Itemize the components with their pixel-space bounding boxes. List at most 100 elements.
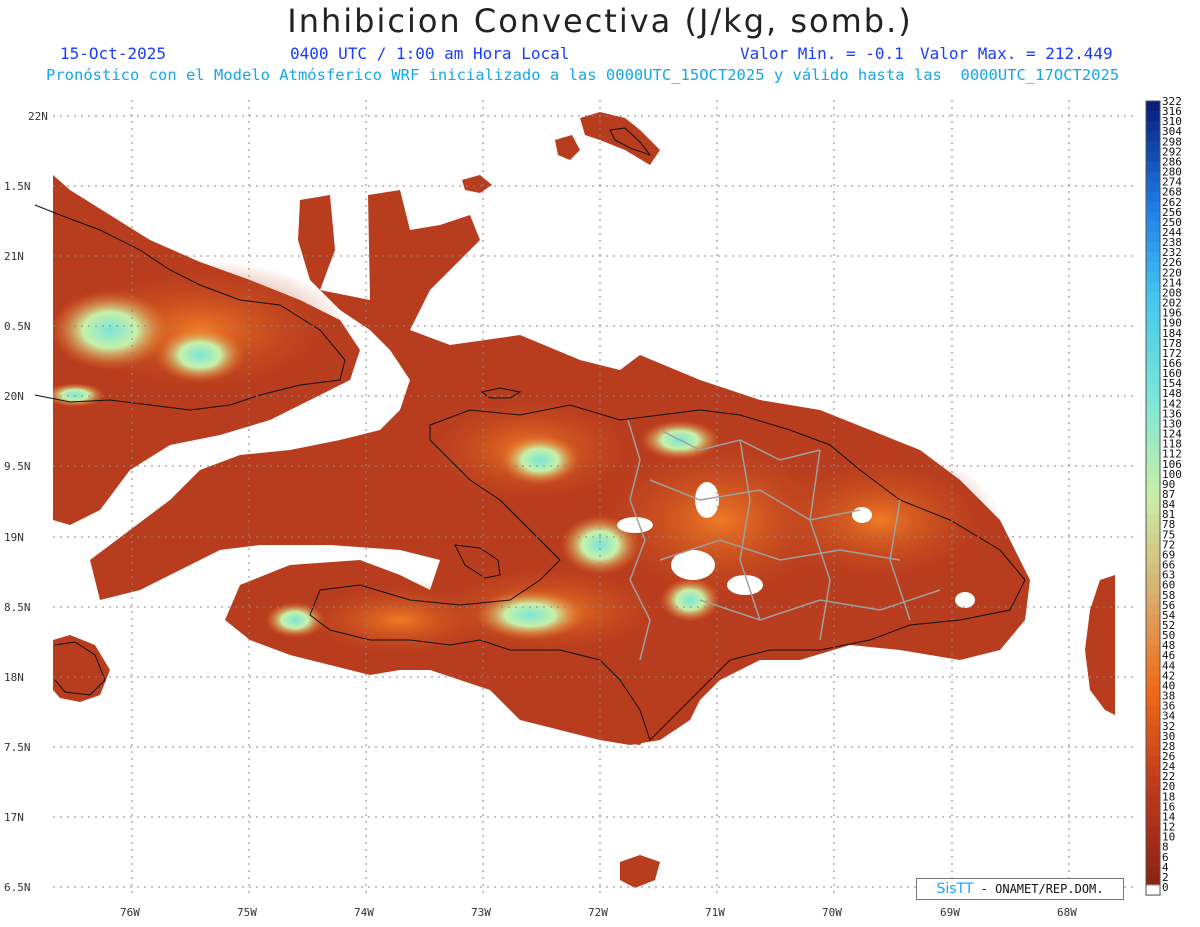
colorbar-swatch	[1146, 363, 1160, 374]
lon-label: 74W	[354, 906, 374, 919]
lat-label: 22N	[28, 110, 48, 123]
colorbar-swatch	[1146, 282, 1160, 293]
date-label: 15-Oct-2025	[60, 44, 166, 63]
colorbar-swatch	[1146, 695, 1160, 707]
colorbar-swatch	[1146, 252, 1160, 263]
lon-label: 69W	[940, 906, 960, 919]
lat-label: 9.5N	[4, 460, 31, 473]
sistt-logo: SisTT	[936, 881, 974, 897]
colorbar-swatch	[1146, 373, 1160, 384]
colorbar-swatch	[1146, 544, 1160, 555]
colorbar-swatch	[1146, 796, 1160, 807]
lat-axis: 22N 1.5N 21N 0.5N 20N 9.5N 19N 8.5N 18N …	[4, 110, 48, 894]
colorbar-swatch	[1146, 635, 1160, 646]
lat-label: 17N	[4, 811, 24, 824]
colorbar-swatch	[1146, 393, 1160, 404]
colorbar-swatch	[1146, 786, 1160, 797]
colorbar-swatch	[1146, 614, 1160, 626]
credit-text: - ONAMET/REP.DOM.	[980, 882, 1104, 896]
gap-3	[727, 575, 763, 595]
colorbar-swatch	[1146, 403, 1160, 414]
lon-label: 70W	[822, 906, 842, 919]
colorbar-swatch	[1146, 292, 1160, 303]
colorbar-swatch	[1146, 524, 1160, 535]
colorbar-swatch	[1146, 201, 1160, 213]
colorbar-swatch	[1146, 806, 1160, 817]
colorbar-swatch	[1146, 141, 1160, 152]
lat-label: 8.5N	[4, 601, 31, 614]
colorbar-swatch	[1146, 715, 1160, 727]
colorbar-swatch	[1146, 101, 1160, 112]
colorbar-swatch	[1146, 443, 1160, 455]
lon-label: 73W	[471, 906, 491, 919]
colorbar-label: 0	[1162, 881, 1169, 894]
colorbar-swatch	[1146, 262, 1160, 273]
credit-box: SisTT - ONAMET/REP.DOM.	[916, 878, 1124, 900]
lon-label: 75W	[237, 906, 257, 919]
colorbar-swatch	[1146, 131, 1160, 142]
hotspot-cuba-2	[155, 327, 245, 383]
colorbar-swatch	[1146, 665, 1160, 676]
colorbar-swatch	[1146, 564, 1160, 576]
colorbar-swatch	[1146, 272, 1160, 283]
colorbar-swatch	[1146, 494, 1160, 505]
colorbar-swatch	[1146, 776, 1160, 787]
hotspot-dr-2	[660, 578, 720, 622]
colorbar-swatch	[1146, 211, 1160, 223]
time-label: 0400 UTC / 1:00 am Hora Local	[290, 44, 570, 63]
colorbar-swatch	[1146, 826, 1160, 838]
colorbar-swatch	[1146, 756, 1160, 767]
colorbar-swatch	[1146, 433, 1160, 445]
lon-label: 71W	[705, 906, 725, 919]
colorbar-swatch	[1146, 745, 1160, 757]
colorbar-swatch	[1146, 604, 1160, 616]
colorbar-swatch	[1146, 181, 1160, 193]
lat-label: 19N	[4, 531, 24, 544]
colorbar-swatch	[1146, 483, 1160, 495]
lat-label: 1.5N	[4, 180, 31, 193]
colorbar-swatch	[1146, 423, 1160, 434]
colorbar-swatch	[1146, 625, 1160, 636]
lat-label: 6.5N	[4, 881, 31, 894]
colorbar-swatch	[1146, 856, 1160, 868]
gap-4	[617, 517, 653, 533]
colorbar-swatch	[1146, 534, 1160, 545]
colorbar-swatch	[1146, 735, 1160, 747]
colorbar-swatch	[1146, 161, 1160, 172]
lat-label: 0.5N	[4, 320, 31, 333]
gap-5	[852, 507, 872, 523]
colorbar-swatch	[1146, 554, 1160, 565]
colorbar-swatch	[1146, 766, 1160, 777]
lat-label: 7.5N	[4, 741, 31, 754]
colorbar-swatch	[1146, 232, 1160, 243]
colorbar-swatch	[1146, 352, 1160, 364]
glow-4	[760, 450, 1000, 590]
colorbar-swatch	[1146, 725, 1160, 737]
colorbar-swatch	[1145, 884, 1161, 896]
colorbar-swatch	[1146, 121, 1160, 132]
lon-axis: 76W 75W 74W 73W 72W 71W 70W 69W 68W	[120, 906, 1077, 919]
colorbar-swatch	[1146, 574, 1160, 586]
colorbar-swatch	[1146, 151, 1160, 162]
colorbar-swatch	[1146, 655, 1160, 666]
lat-label: 20N	[4, 390, 24, 403]
colorbar-swatch	[1146, 816, 1160, 827]
colorbar-swatch	[1146, 866, 1160, 878]
colorbar-swatch	[1146, 504, 1160, 515]
colorbar-swatch	[1146, 675, 1160, 686]
hotspot-cuba-1	[53, 290, 170, 370]
colorbar-swatch	[1146, 453, 1160, 465]
colorbar-swatch	[1146, 473, 1160, 485]
min-value-label: Valor Min. = -0.1	[740, 44, 904, 63]
forecast-label: Pronóstico con el Modelo Atmósferico WRF…	[46, 66, 1120, 84]
colorbar-swatch	[1146, 413, 1160, 424]
colorbar-swatch	[1146, 312, 1160, 324]
colorbar-swatch	[1146, 322, 1160, 334]
colorbar-swatch	[1146, 584, 1160, 596]
colorbar-swatch	[1146, 332, 1160, 344]
colorbar-swatch	[1146, 705, 1160, 717]
colorbar-swatch	[1146, 685, 1160, 696]
gap-6	[955, 592, 975, 608]
colorbar-swatch	[1146, 514, 1160, 525]
lat-label: 21N	[4, 250, 24, 263]
